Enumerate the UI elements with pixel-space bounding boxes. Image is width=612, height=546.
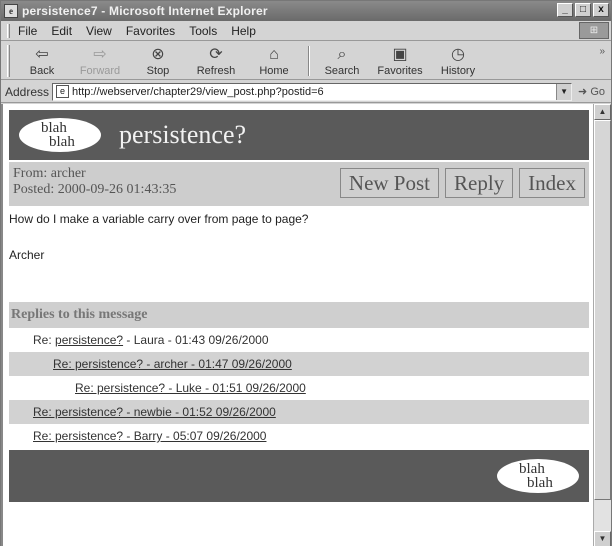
replies-heading: Replies to this message: [9, 302, 589, 328]
reply-item: Re: persistence? - Luke - 01:51 09/26/20…: [9, 376, 589, 400]
history-icon: ◷: [451, 46, 465, 63]
menu-edit[interactable]: Edit: [51, 24, 72, 38]
favorites-button[interactable]: ▣ Favorites: [372, 43, 428, 79]
reply-link[interactable]: Re: persistence? - Barry - 05:07 09/26/2…: [33, 429, 266, 443]
post-signature: Archer: [9, 248, 45, 262]
address-input[interactable]: e http://webserver/chapter29/view_post.p…: [52, 82, 573, 101]
post-nav: New Post Reply Index: [339, 168, 585, 198]
menu-view[interactable]: View: [86, 24, 112, 38]
forward-arrow-icon: ⇨: [93, 46, 107, 63]
new-post-button[interactable]: New Post: [339, 168, 439, 198]
post-title: persistence?: [119, 120, 247, 149]
address-bar: Address e http://webserver/chapter29/vie…: [1, 81, 611, 103]
footer-logo-line-1: blah: [519, 461, 545, 477]
window-title: persistence7 - Microsoft Internet Explor…: [22, 4, 268, 18]
stop-label: Stop: [146, 65, 170, 77]
forward-label: Forward: [79, 65, 121, 77]
menu-tools[interactable]: Tools: [189, 24, 217, 38]
logo-line-1: blah: [41, 120, 67, 136]
favorites-icon: ▣: [392, 46, 408, 63]
maximize-button[interactable]: □: [575, 3, 591, 17]
menu-help[interactable]: Help: [231, 24, 256, 38]
message-page: blah blah persistence? From: archer Post…: [9, 110, 589, 502]
reply-link[interactable]: persistence?: [55, 333, 123, 347]
refresh-icon: ⟳: [209, 46, 223, 63]
window-controls: _ □ x: [557, 3, 609, 17]
reply-link[interactable]: Re: persistence? - Luke - 01:51 09/26/20…: [75, 381, 306, 395]
footer-blah-logo: blah blah: [497, 459, 579, 493]
back-arrow-icon: ⇦: [35, 46, 49, 63]
menu-favorites[interactable]: Favorites: [126, 24, 175, 38]
reply-item: Re: persistence? - newbie - 01:52 09/26/…: [9, 400, 589, 424]
refresh-button[interactable]: ⟳ Refresh: [188, 43, 244, 79]
go-label: Go: [590, 86, 605, 98]
reply-meta: - Laura - 01:43 09/26/2000: [123, 333, 269, 347]
go-button[interactable]: ➜ Go: [578, 85, 605, 98]
home-label: Home: [259, 65, 289, 77]
forward-button[interactable]: ⇨ Forward: [72, 43, 128, 79]
post-meta: From: archer Posted: 2000-09-26 01:43:35: [13, 166, 176, 198]
post-body: How do I make a variable carry over from…: [9, 212, 309, 226]
reply-item: Re: persistence? - archer - 01:47 09/26/…: [9, 352, 589, 376]
scroll-thumb[interactable]: [594, 120, 611, 500]
footer-logo-line-2: blah: [527, 475, 553, 491]
reply-link[interactable]: Re: persistence? - archer - 01:47 09/26/…: [53, 357, 292, 371]
scroll-down-icon[interactable]: ▼: [594, 531, 611, 546]
home-button[interactable]: ⌂ Home: [246, 43, 302, 79]
reply-link[interactable]: Re: persistence? - newbie - 01:52 09/26/…: [33, 405, 276, 419]
standard-toolbar: ⇦ Back ⇨ Forward ⊗ Stop ⟳ Refresh ⌂ Home…: [1, 42, 611, 80]
header-banner: blah blah persistence?: [9, 110, 589, 160]
menu-file[interactable]: File: [18, 24, 37, 38]
reply-prefix: Re:: [33, 333, 56, 347]
post-meta-bar: From: archer Posted: 2000-09-26 01:43:35…: [9, 162, 589, 206]
title-bar: e persistence7 - Microsoft Internet Expl…: [1, 1, 611, 21]
back-button[interactable]: ⇦ Back: [14, 43, 70, 79]
stop-icon: ⊗: [151, 46, 165, 63]
address-dropdown-icon[interactable]: ▼: [556, 83, 572, 100]
back-label: Back: [29, 65, 55, 77]
search-button[interactable]: ⌕ Search: [314, 43, 370, 79]
post-author: From: archer: [13, 166, 86, 181]
post-date: Posted: 2000-09-26 01:43:35: [13, 182, 177, 197]
close-button[interactable]: x: [593, 3, 609, 17]
blah-logo: blah blah: [19, 118, 101, 152]
ie-page-icon: e: [4, 4, 18, 18]
stop-button[interactable]: ⊗ Stop: [130, 43, 186, 79]
menu-bar: File Edit View Favorites Tools Help ⊞: [1, 21, 611, 41]
menu-grip[interactable]: [7, 23, 10, 38]
reply-item: Re: persistence? - Barry - 05:07 09/26/2…: [9, 424, 589, 448]
toolbar-overflow-icon[interactable]: »: [599, 46, 605, 57]
search-icon: ⌕: [337, 46, 347, 63]
reply-button[interactable]: Reply: [445, 168, 514, 198]
windows-logo-icon: ⊞: [579, 22, 609, 39]
address-label: Address: [5, 84, 50, 99]
page-content: blah blah persistence? From: archer Post…: [1, 104, 593, 546]
home-icon: ⌂: [269, 46, 279, 63]
page-icon: e: [56, 85, 70, 98]
footer-banner: blah blah: [9, 450, 589, 502]
toolbar-grip[interactable]: [7, 44, 10, 77]
minimize-button[interactable]: _: [557, 3, 573, 17]
toolbar-separator: [308, 45, 310, 76]
favorites-label: Favorites: [377, 65, 423, 77]
search-label: Search: [324, 65, 360, 77]
history-label: History: [440, 65, 476, 77]
logo-line-2: blah: [49, 134, 75, 150]
browser-window: e persistence7 - Microsoft Internet Expl…: [0, 0, 612, 546]
history-button[interactable]: ◷ History: [430, 43, 486, 79]
address-url: http://webserver/chapter29/view_post.php…: [72, 85, 324, 98]
vertical-scrollbar[interactable]: ▲ ▼: [593, 104, 611, 546]
refresh-label: Refresh: [196, 65, 236, 77]
index-button[interactable]: Index: [519, 168, 585, 198]
scroll-up-icon[interactable]: ▲: [594, 104, 611, 120]
reply-item: Re: persistence? - Laura - 01:43 09/26/2…: [9, 328, 589, 352]
